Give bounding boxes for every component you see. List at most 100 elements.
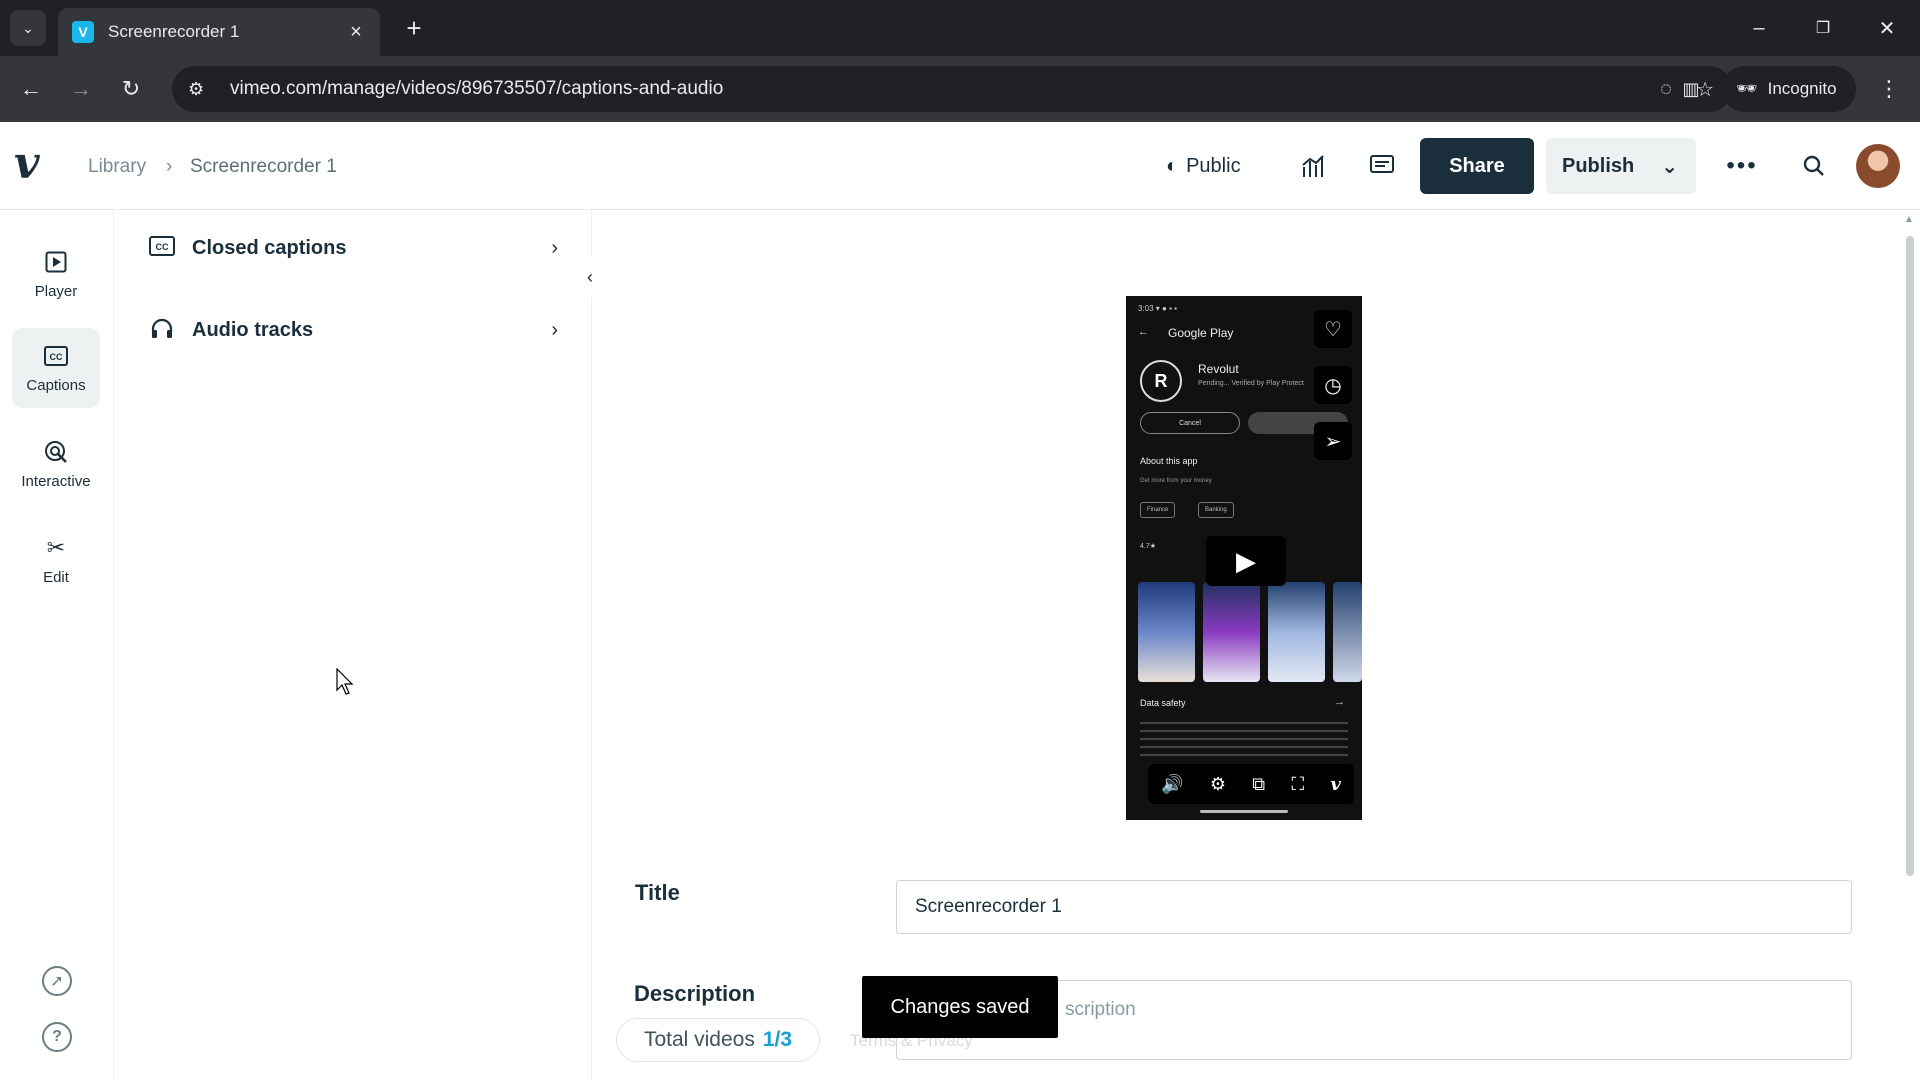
chevron-down-icon: ⌄ bbox=[22, 19, 34, 36]
data-safety-text-lines bbox=[1140, 722, 1348, 762]
comments-button[interactable] bbox=[1364, 148, 1400, 184]
rail-item-edit[interactable]: ✂ Edit bbox=[12, 520, 100, 600]
avatar[interactable] bbox=[1856, 144, 1900, 188]
tab-search-button[interactable]: ⌄ bbox=[10, 10, 46, 46]
incognito-badge[interactable]: 🕶 Incognito bbox=[1722, 66, 1856, 112]
chevron-right-icon: › bbox=[551, 236, 558, 259]
arrow-left-icon: ← bbox=[1138, 326, 1149, 338]
analytics-button[interactable] bbox=[1296, 148, 1332, 184]
description-placeholder: scription bbox=[1065, 999, 1136, 1020]
close-icon[interactable]: × bbox=[346, 21, 366, 44]
watch-later-button[interactable]: ◷ bbox=[1314, 366, 1352, 404]
chip: Finance bbox=[1140, 502, 1176, 518]
play-icon: ▶ bbox=[1236, 545, 1256, 576]
more-horizontal-icon: ••• bbox=[1726, 152, 1758, 179]
help-icon[interactable]: ? bbox=[42, 1022, 72, 1052]
address-bar[interactable]: ⚙ vimeo.com/manage/videos/896735507/capt… bbox=[172, 66, 1732, 112]
screenshot-thumb bbox=[1332, 582, 1362, 682]
clock-icon: ◷ bbox=[1324, 374, 1342, 397]
reload-button[interactable]: ↻ bbox=[112, 70, 150, 108]
panel-item-closed-captions[interactable]: CC Closed captions › bbox=[148, 228, 558, 268]
app-cancel-label: Cancel bbox=[1140, 412, 1240, 434]
scroll-up-icon[interactable]: ▲ bbox=[1904, 214, 1914, 225]
total-videos-count: 1/3 bbox=[762, 1028, 793, 1051]
panel-item-label: Audio tracks bbox=[192, 318, 314, 341]
new-tab-button[interactable]: + bbox=[398, 12, 430, 44]
player-controls: 🔊 ⚙ ⧉ ⛶ v bbox=[1148, 764, 1354, 804]
panel-item-audio-tracks[interactable]: Audio tracks › bbox=[148, 310, 558, 350]
eye-off-icon[interactable]: ◌ bbox=[1660, 78, 1672, 101]
browser-menu-button[interactable]: ⋮ bbox=[1870, 70, 1908, 108]
title-input[interactable]: Screenrecorder 1 bbox=[896, 880, 1852, 934]
screenshot-thumb bbox=[1202, 582, 1260, 682]
rating: 4.7★ bbox=[1140, 543, 1157, 550]
data-safety-label: Data safety bbox=[1140, 698, 1186, 708]
tab-title: Screenrecorder 1 bbox=[108, 22, 240, 41]
publish-label: Publish bbox=[1562, 154, 1635, 177]
heart-icon: ♡ bbox=[1324, 318, 1342, 341]
browser-toolbar: ← → ↻ ⚙ vimeo.com/manage/videos/89673550… bbox=[0, 56, 1920, 122]
minimize-button[interactable]: – bbox=[1736, 10, 1782, 46]
interactive-icon bbox=[44, 439, 68, 465]
vimeo-logo-icon[interactable]: v bbox=[1330, 774, 1340, 795]
cc-icon: CC bbox=[44, 343, 68, 369]
url-text[interactable]: vimeo.com/manage/videos/896735507/captio… bbox=[230, 78, 1660, 100]
rail-label: Interactive bbox=[21, 472, 91, 490]
left-rail: Player CC Captions Interactive ✂ Edit ➚ … bbox=[0, 210, 114, 1080]
cc-icon: CC bbox=[148, 235, 176, 261]
arrow-right-icon: → bbox=[1334, 696, 1345, 708]
rail-label: Player bbox=[34, 282, 78, 300]
incognito-label: Incognito bbox=[1767, 79, 1837, 98]
more-options-button[interactable]: ••• bbox=[1724, 148, 1760, 184]
screenshot-thumb bbox=[1138, 582, 1195, 682]
title-label: Title bbox=[635, 880, 680, 905]
phone-status-bar: 3:03 ▾ ● ▪ ▪ bbox=[1138, 304, 1177, 313]
reload-icon: ↻ bbox=[121, 76, 141, 101]
play-square-icon bbox=[45, 249, 67, 275]
incognito-icon: 🕶 bbox=[1736, 79, 1758, 98]
headphones-icon bbox=[148, 317, 176, 344]
forward-button[interactable]: → bbox=[62, 70, 100, 108]
privacy-button[interactable]: ◐ Public bbox=[1166, 148, 1241, 184]
site-settings-icon[interactable]: ⚙ bbox=[188, 79, 212, 100]
publish-button[interactable]: Publish ⌄ bbox=[1546, 138, 1696, 194]
chip: Banking bbox=[1198, 502, 1234, 518]
volume-icon[interactable]: 🔊 bbox=[1161, 774, 1183, 795]
more-vertical-icon: ⋮ bbox=[1878, 76, 1900, 101]
play-button[interactable]: ▶ bbox=[1206, 536, 1286, 586]
vimeo-logo-icon[interactable]: v bbox=[14, 142, 58, 186]
back-button[interactable]: ← bbox=[12, 70, 50, 108]
gear-icon[interactable]: ⚙ bbox=[1210, 774, 1226, 795]
video-player[interactable]: 3:03 ▾ ● ▪ ▪ ← Google Play R Revolut Pen… bbox=[1126, 296, 1362, 820]
rail-item-interactive[interactable]: Interactive bbox=[12, 424, 100, 504]
app-name: Revolut bbox=[1198, 362, 1239, 376]
revolut-logo-icon: R bbox=[1140, 360, 1182, 402]
progress-bar[interactable] bbox=[1200, 810, 1288, 813]
panel-item-label: Closed captions bbox=[192, 236, 347, 259]
total-videos-badge[interactable]: Total videos 1/3 bbox=[616, 1018, 820, 1062]
breadcrumb-library[interactable]: Library bbox=[88, 156, 146, 178]
description-label: Description bbox=[634, 981, 756, 1006]
breadcrumb-current: Screenrecorder 1 bbox=[190, 156, 337, 177]
pip-icon[interactable]: ⧉ bbox=[1252, 774, 1265, 795]
scrollbar-thumb[interactable] bbox=[1906, 236, 1914, 876]
collapse-panel-button[interactable]: ‹ bbox=[570, 257, 610, 297]
browser-tab[interactable]: V Screenrecorder 1 × bbox=[58, 8, 380, 56]
rail-item-captions[interactable]: CC Captions bbox=[12, 328, 100, 408]
mouse-cursor-icon bbox=[336, 668, 354, 695]
restore-button[interactable]: ❐ bbox=[1800, 10, 1846, 46]
privacy-label: Public bbox=[1186, 154, 1241, 177]
close-window-button[interactable]: ✕ bbox=[1864, 10, 1910, 46]
like-button[interactable]: ♡ bbox=[1314, 310, 1352, 348]
side-panel-button[interactable]: ▥ bbox=[1672, 70, 1710, 108]
captions-audio-panel: CC Closed captions › Audio tracks › bbox=[114, 210, 592, 1080]
rail-item-player[interactable]: Player bbox=[12, 234, 100, 314]
scissors-icon: ✂ bbox=[46, 534, 66, 560]
search-button[interactable] bbox=[1796, 148, 1832, 184]
share-video-button[interactable]: ➢ bbox=[1314, 422, 1352, 460]
total-videos-label: Total videos bbox=[643, 1028, 755, 1051]
compass-icon[interactable]: ➚ bbox=[42, 966, 72, 996]
screenshot-thumb bbox=[1267, 582, 1325, 682]
fullscreen-icon[interactable]: ⛶ bbox=[1291, 774, 1304, 795]
share-button[interactable]: Share bbox=[1420, 138, 1534, 194]
